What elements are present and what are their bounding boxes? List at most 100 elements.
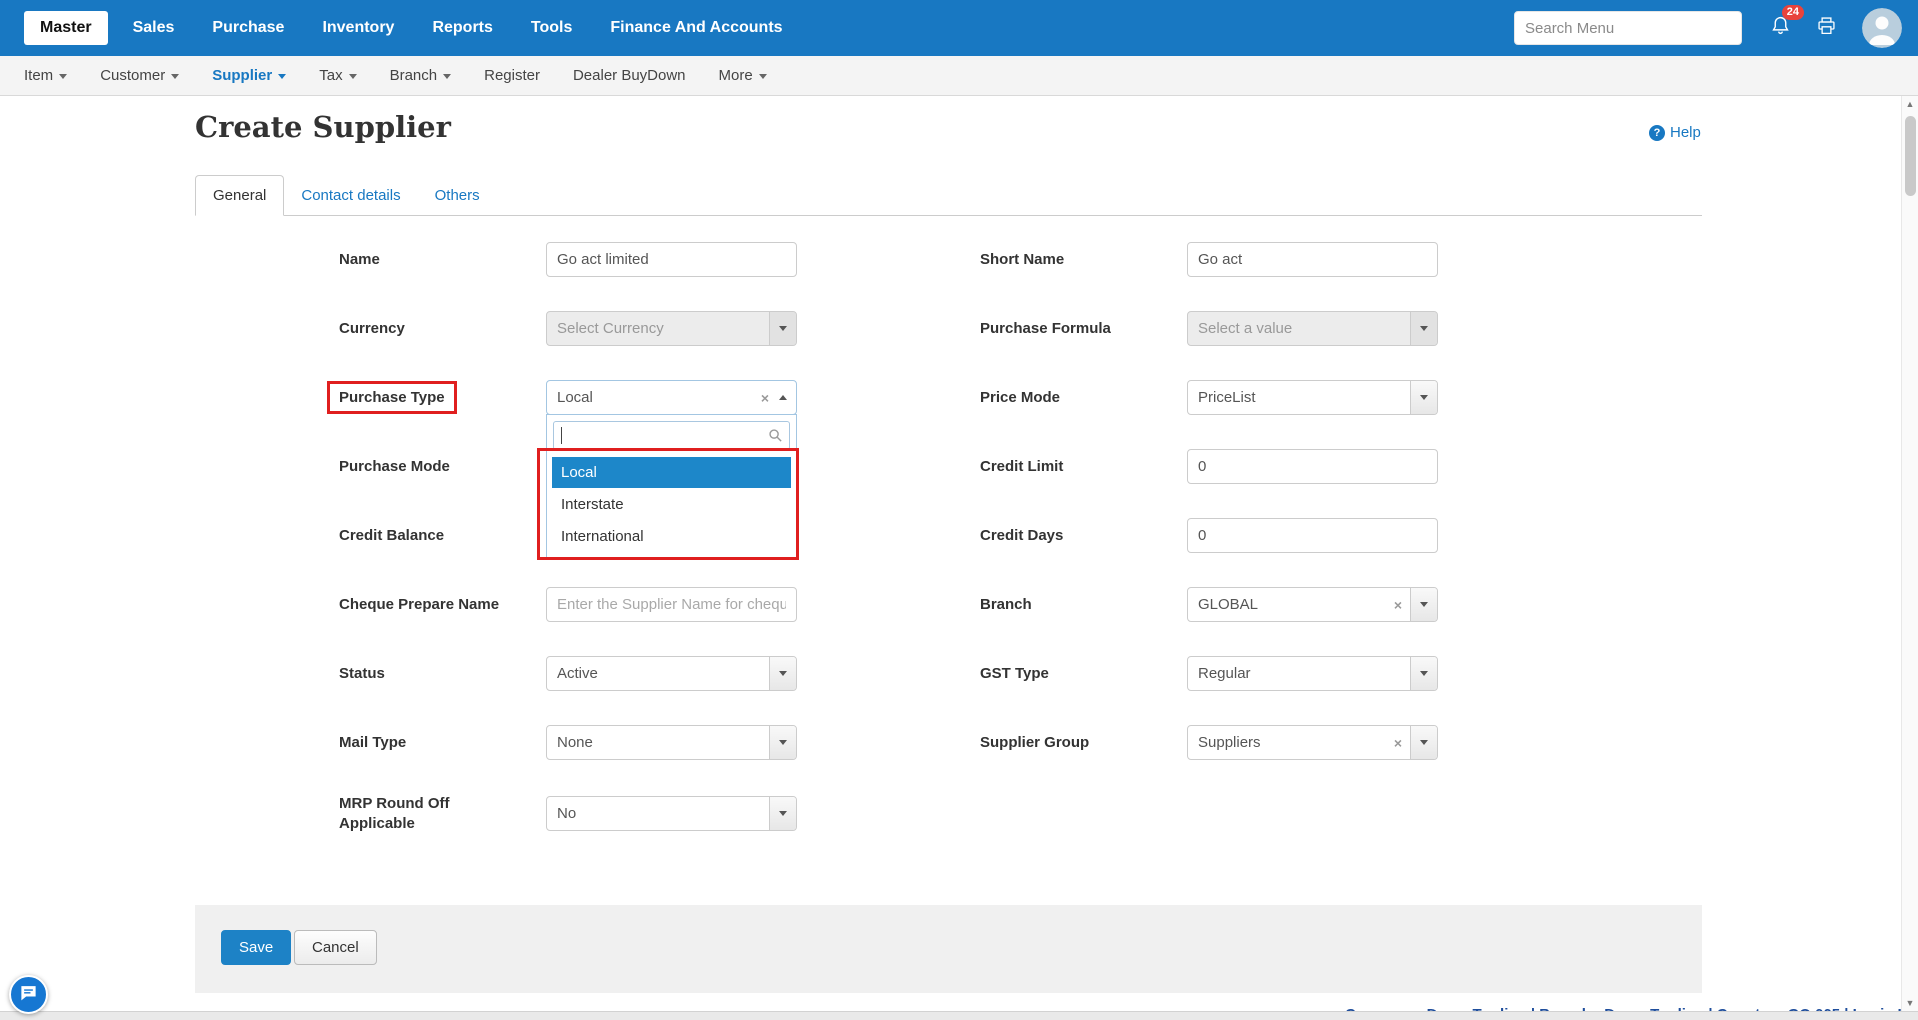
vertical-scrollbar[interactable]: ▲ ▼ <box>1901 96 1918 1011</box>
status-value: Active <box>547 665 608 682</box>
horizontal-scrollbar[interactable] <box>0 1011 1918 1020</box>
subnav-item-customer[interactable]: Customer <box>100 67 179 84</box>
gst-type-select[interactable]: Regular <box>1187 656 1438 691</box>
search-menu-input[interactable] <box>1514 11 1742 45</box>
tab-contact-details[interactable]: Contact details <box>284 176 417 215</box>
user-avatar[interactable] <box>1862 8 1902 48</box>
form-row-currency: Currency Select Currency <box>339 311 809 346</box>
subnav-item-supplier[interactable]: Supplier <box>212 67 286 84</box>
gst-type-value: Regular <box>1188 665 1261 682</box>
remove-tag-icon[interactable]: × <box>753 391 777 405</box>
subnav-item-more[interactable]: More <box>719 67 767 84</box>
topnav-item-finance-and-accounts[interactable]: Finance And Accounts <box>591 19 801 37</box>
subnav-item-register[interactable]: Register <box>484 67 540 84</box>
form-row-gst-type: GST Type Regular <box>980 656 1450 691</box>
purchase-type-dropdown-panel: Local Interstate International <box>546 414 797 558</box>
tab-general[interactable]: General <box>195 175 284 216</box>
printer-icon <box>1815 15 1838 41</box>
help-icon: ? <box>1649 125 1665 141</box>
form-column-left: Name Currency Select Currency Purchase T… <box>339 242 809 867</box>
credit-days-input[interactable] <box>1187 518 1438 553</box>
subnav-label: Tax <box>319 67 342 84</box>
topnav-item-reports[interactable]: Reports <box>413 19 511 37</box>
cheque-prepare-name-input[interactable] <box>546 587 797 622</box>
chevron-down-icon <box>171 74 179 79</box>
branch-multiselect[interactable]: GLOBAL × <box>1187 587 1438 622</box>
branch-label: Branch <box>980 595 1145 615</box>
save-button[interactable]: Save <box>221 930 291 965</box>
scrollbar-thumb[interactable] <box>1905 116 1916 196</box>
chevron-down-icon <box>769 312 796 345</box>
chat-bubble-icon <box>19 983 38 1007</box>
form-row-supplier-group: Supplier Group Suppliers × <box>980 725 1450 760</box>
form-row-cheque-prepare-name: Cheque Prepare Name <box>339 587 809 622</box>
topnav-item-master[interactable]: Master <box>24 11 108 45</box>
topnav-item-sales[interactable]: Sales <box>114 19 194 37</box>
mrp-round-off-select[interactable]: No <box>546 796 797 831</box>
chevron-down-icon <box>1410 312 1437 345</box>
currency-select[interactable]: Select Currency <box>546 311 797 346</box>
mail-type-select[interactable]: None <box>546 725 797 760</box>
credit-days-label: Credit Days <box>980 526 1145 546</box>
chevron-down-icon <box>349 74 357 79</box>
name-input[interactable] <box>546 242 797 277</box>
purchase-type-multiselect[interactable]: Local × <box>546 380 797 415</box>
purchase-mode-label: Purchase Mode <box>339 457 504 477</box>
credit-limit-input[interactable] <box>1187 449 1438 484</box>
form-row-price-mode: Price Mode PriceList <box>980 380 1450 415</box>
chevron-down-icon <box>769 726 796 759</box>
remove-tag-icon[interactable]: × <box>1386 736 1410 750</box>
subnav-item-branch[interactable]: Branch <box>390 67 452 84</box>
form-row-purchase-type: Purchase Type Local × <box>339 380 809 415</box>
subnav-item-dealer-buydown[interactable]: Dealer BuyDown <box>573 67 686 84</box>
scroll-down-arrow[interactable]: ▼ <box>1902 995 1918 1011</box>
chevron-down-icon <box>59 74 67 79</box>
currency-label: Currency <box>339 319 504 339</box>
form-row-credit-limit: Credit Limit <box>980 449 1450 484</box>
notification-count-badge: 24 <box>1782 5 1804 20</box>
dropdown-search-input[interactable] <box>553 421 790 450</box>
price-mode-select[interactable]: PriceList <box>1187 380 1438 415</box>
cheque-prepare-name-label: Cheque Prepare Name <box>339 595 504 615</box>
short-name-input[interactable] <box>1187 242 1438 277</box>
subnav-label: Customer <box>100 67 165 84</box>
chevron-up-icon <box>779 395 787 400</box>
subnav-item-item[interactable]: Item <box>24 67 67 84</box>
chevron-down-icon <box>1410 381 1437 414</box>
form-column-right: Short Name Purchase Formula Select a val… <box>980 242 1450 794</box>
tab-others[interactable]: Others <box>418 176 497 215</box>
supplier-group-multiselect[interactable]: Suppliers × <box>1187 725 1438 760</box>
chevron-down-icon <box>769 797 796 830</box>
supplier-group-label: Supplier Group <box>980 733 1145 753</box>
status-select[interactable]: Active <box>546 656 797 691</box>
option-international[interactable]: International <box>552 521 791 552</box>
topnav-item-tools[interactable]: Tools <box>512 19 591 37</box>
subnav-item-tax[interactable]: Tax <box>319 67 356 84</box>
option-interstate[interactable]: Interstate <box>552 489 791 520</box>
purchase-formula-select[interactable]: Select a value <box>1187 311 1438 346</box>
short-name-label: Short Name <box>980 250 1145 270</box>
page-title: Create Supplier <box>195 110 451 144</box>
option-local[interactable]: Local <box>552 457 791 488</box>
mrp-round-off-label: MRP Round Off Applicable <box>339 794 504 833</box>
topnav-item-inventory[interactable]: Inventory <box>303 19 413 37</box>
subnav-label: Item <box>24 67 53 84</box>
subnav-label: Register <box>484 67 540 84</box>
subnav-label: Dealer BuyDown <box>573 67 686 84</box>
credit-limit-label: Credit Limit <box>980 457 1145 477</box>
print-button[interactable] <box>1815 15 1838 41</box>
topnav-item-purchase[interactable]: Purchase <box>193 19 303 37</box>
purchase-type-label-wrap: Purchase Type <box>339 381 504 415</box>
notifications-button[interactable]: 24 <box>1770 14 1791 42</box>
top-navbar: Master Sales Purchase Inventory Reports … <box>0 0 1918 56</box>
dropdown-search-wrap <box>547 415 796 454</box>
chat-widget-button[interactable] <box>9 975 48 1014</box>
form-row-branch: Branch GLOBAL × <box>980 587 1450 622</box>
help-link[interactable]: ? Help <box>1649 124 1701 141</box>
cancel-button[interactable]: Cancel <box>294 930 377 965</box>
help-label: Help <box>1670 124 1701 141</box>
purchase-type-field: Local × Local Interstate <box>546 380 797 415</box>
credit-balance-label: Credit Balance <box>339 526 504 546</box>
scroll-up-arrow[interactable]: ▲ <box>1902 96 1918 112</box>
remove-tag-icon[interactable]: × <box>1386 598 1410 612</box>
